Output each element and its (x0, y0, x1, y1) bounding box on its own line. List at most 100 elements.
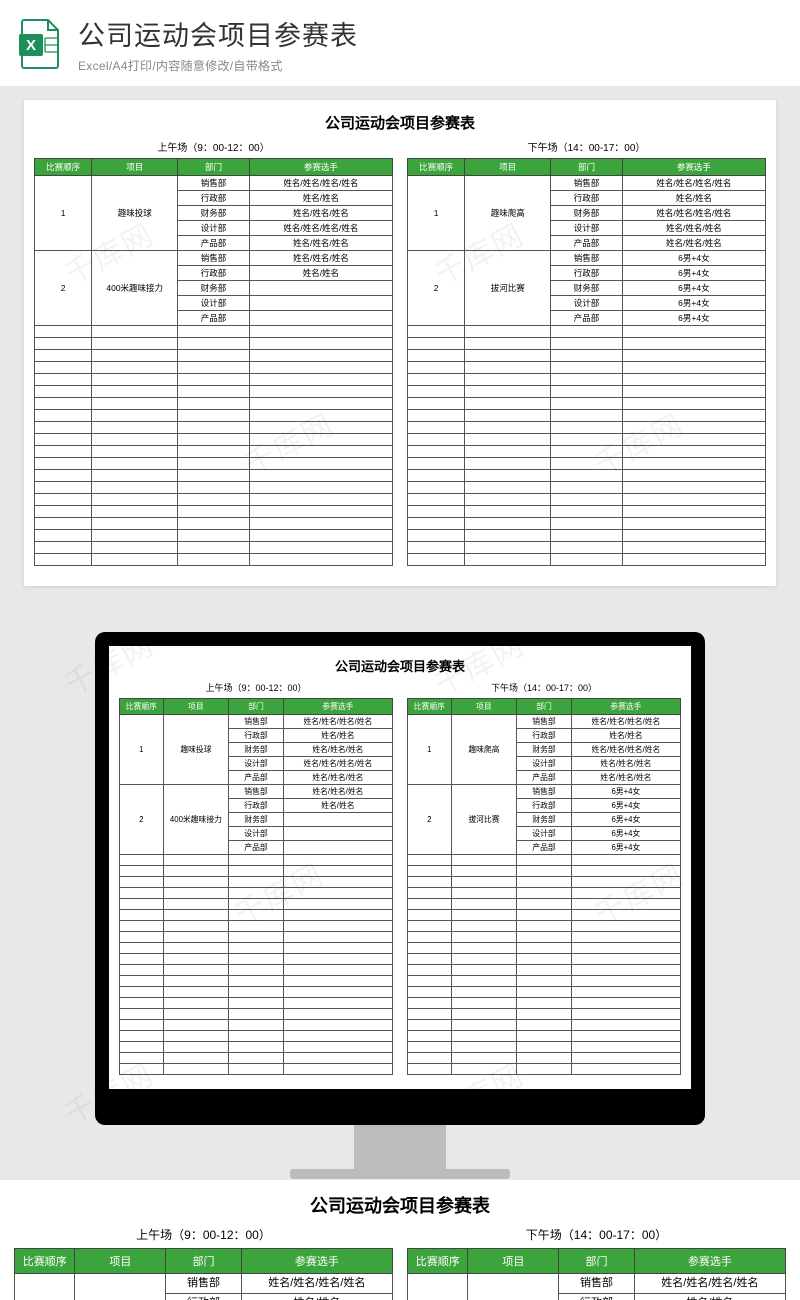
afternoon-table: 下午场（14：00-17：00） 比赛顺序项目部门参赛选手1趣味爬高销售部姓名/… (407, 137, 766, 566)
table-row (408, 350, 766, 362)
table-row (120, 1009, 393, 1020)
table-row: 1趣味投球销售部姓名/姓名/姓名/姓名 (120, 715, 393, 729)
table-row (408, 542, 766, 554)
svg-text:X: X (26, 37, 36, 54)
col-event: 项目 (163, 699, 229, 715)
afternoon-label: 下午场（14：00-17：00） (407, 681, 681, 694)
table-row (408, 998, 681, 1009)
morning-label: 上午场（9：00-12：00） (119, 681, 393, 694)
col-event: 项目 (451, 699, 517, 715)
table-row (408, 410, 766, 422)
table-row (408, 888, 681, 899)
page-subtitle: Excel/A4打印/内容随意修改/自带格式 (78, 57, 782, 74)
table-row (408, 855, 681, 866)
table-row (408, 482, 766, 494)
table-row (408, 434, 766, 446)
table-row (408, 866, 681, 877)
table-row (35, 326, 393, 338)
table-row (35, 518, 393, 530)
col-order: 比赛顺序 (35, 159, 92, 176)
table-row (120, 866, 393, 877)
preview-card: 公司运动会项目参赛表 上午场（9：00-12：00） 比赛顺序项目部门参赛选手1… (24, 100, 776, 586)
col-order: 比赛顺序 (15, 1249, 75, 1274)
table-row (120, 888, 393, 899)
table-row (408, 976, 681, 987)
col-event: 项目 (465, 159, 551, 176)
bottom-preview: 公司运动会项目参赛表 上午场（9：00-12：00） 比赛顺序项目部门参赛选手1… (0, 1180, 800, 1300)
col-order: 比赛顺序 (408, 159, 465, 176)
col-players: 参赛选手 (622, 159, 765, 176)
table-row (120, 1053, 393, 1064)
table-row: 2400米趣味接力销售部姓名/姓名/姓名 (35, 251, 393, 266)
table-row (120, 1042, 393, 1053)
table-row (408, 1064, 681, 1075)
morning-label: 上午场（9：00-12：00） (14, 1226, 393, 1243)
col-order: 比赛顺序 (120, 699, 164, 715)
page-header: X 公司运动会项目参赛表 Excel/A4打印/内容随意修改/自带格式 (0, 0, 800, 86)
monitor-mockup: 公司运动会项目参赛表 上午场（9：00-12：00） 比赛顺序项目部门参赛选手1… (0, 632, 800, 1179)
table-row (120, 877, 393, 888)
table-row: 1趣味投球销售部姓名/姓名/姓名/姓名 (35, 176, 393, 191)
col-players: 参赛选手 (634, 1249, 785, 1274)
col-dept: 部门 (166, 1249, 242, 1274)
col-event: 项目 (468, 1249, 559, 1274)
page-title: 公司运动会项目参赛表 (78, 14, 782, 53)
table-row (408, 899, 681, 910)
col-dept: 部门 (559, 1249, 635, 1274)
table-row (408, 965, 681, 976)
col-players: 参赛选手 (241, 1249, 392, 1274)
table-row (408, 362, 766, 374)
table-row (408, 943, 681, 954)
table-row (35, 482, 393, 494)
table-row (408, 374, 766, 386)
table-row (120, 921, 393, 932)
table-row (120, 932, 393, 943)
table-row (408, 932, 681, 943)
table-row (120, 998, 393, 1009)
table-row (408, 1031, 681, 1042)
table-row (35, 434, 393, 446)
table-row (120, 987, 393, 998)
table-row (120, 1064, 393, 1075)
table-row (35, 374, 393, 386)
table-row (408, 954, 681, 965)
table-row (120, 976, 393, 987)
table-row (120, 855, 393, 866)
table-row: 2400米趣味接力销售部姓名/姓名/姓名 (120, 785, 393, 799)
col-players: 参赛选手 (571, 699, 680, 715)
table-row (35, 470, 393, 482)
table-row (408, 446, 766, 458)
morning-table: 上午场（9：00-12：00） 比赛顺序项目部门参赛选手1趣味投球销售部姓名/姓… (34, 137, 393, 566)
table-row (408, 910, 681, 921)
table-row (35, 398, 393, 410)
table-row (120, 1031, 393, 1042)
table-row (408, 494, 766, 506)
table-row (120, 910, 393, 921)
table-row (408, 338, 766, 350)
table-row (35, 446, 393, 458)
table-row: 2拔河比赛销售部6男+4女 (408, 251, 766, 266)
table-row (35, 350, 393, 362)
col-dept: 部门 (551, 159, 623, 176)
table-row: 2拔河比赛销售部6男+4女 (408, 785, 681, 799)
table-row (408, 530, 766, 542)
table-row (35, 362, 393, 374)
table-row (35, 494, 393, 506)
table-row (408, 386, 766, 398)
table-row (408, 987, 681, 998)
table-row (35, 542, 393, 554)
table-row (120, 965, 393, 976)
table-row (408, 470, 766, 482)
col-event: 项目 (75, 1249, 166, 1274)
table-row (408, 458, 766, 470)
table-row (408, 1042, 681, 1053)
table-row (35, 530, 393, 542)
table-row (120, 899, 393, 910)
table-row (120, 954, 393, 965)
table-row (408, 921, 681, 932)
table-row: 1趣味投球销售部姓名/姓名/姓名/姓名 (15, 1274, 393, 1294)
col-dept: 部门 (178, 159, 250, 176)
table-row (408, 518, 766, 530)
table-row (408, 422, 766, 434)
col-dept: 部门 (517, 699, 572, 715)
